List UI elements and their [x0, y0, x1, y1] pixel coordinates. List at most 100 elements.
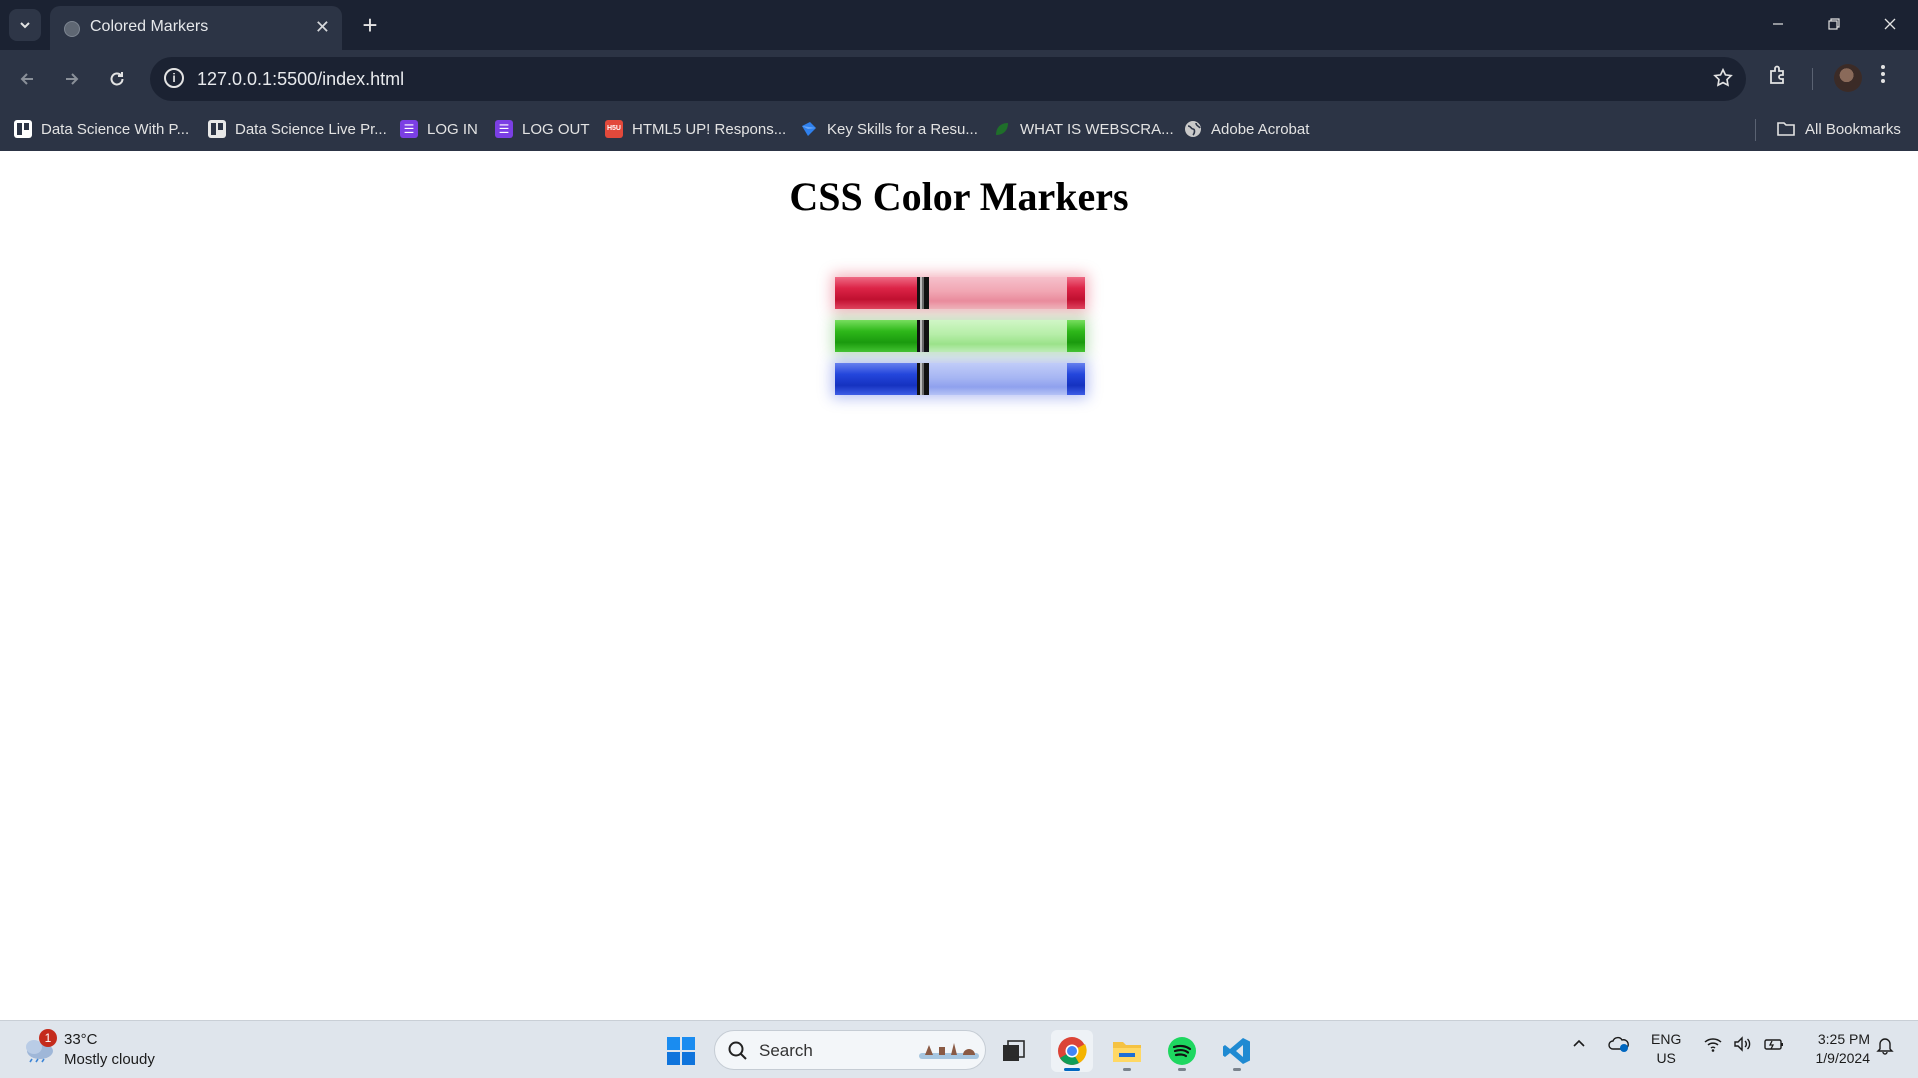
taskbar-search[interactable]: Search: [714, 1030, 986, 1070]
page-heading: CSS Color Markers: [789, 174, 1129, 219]
marker-cap: [835, 277, 917, 309]
bookmark-item[interactable]: Data Science With P...: [14, 117, 189, 141]
folder-icon: [1777, 122, 1795, 136]
new-tab-button[interactable]: +: [354, 10, 386, 42]
arrow-left-icon: [20, 73, 33, 85]
arrow-right-icon: [66, 73, 79, 85]
clock[interactable]: 3:25 PM 1/9/2024: [1804, 1030, 1871, 1068]
bookmark-label: HTML5 UP! Respons...: [632, 120, 787, 138]
bookmark-item[interactable]: Adobe Acrobat: [1184, 117, 1309, 141]
running-indicator: [1123, 1068, 1131, 1071]
extensions-icon[interactable]: [1766, 63, 1790, 92]
windows-start-icon[interactable]: [666, 1036, 696, 1066]
bookmark-label: LOG OUT: [522, 120, 590, 138]
browser-tab[interactable]: Colored Markers ✕: [50, 6, 342, 50]
marker-cap: [835, 320, 917, 352]
bookmark-label: WHAT IS WEBSCRA...: [1020, 120, 1174, 138]
task-view-icon: [1003, 1040, 1025, 1061]
tab-search-button[interactable]: [9, 9, 41, 41]
bookmarks-divider: [1755, 119, 1756, 141]
tab-title: Colored Markers: [90, 18, 209, 35]
wifi-icon[interactable]: [1703, 1035, 1723, 1053]
chevron-down-icon: [20, 22, 30, 29]
onedrive-icon[interactable]: [1608, 1035, 1630, 1053]
active-indicator: [1064, 1068, 1080, 1071]
bookmark-item[interactable]: H5U HTML5 UP! Respons...: [605, 117, 786, 141]
marker-green: [835, 320, 1085, 352]
marker-tip: [1067, 277, 1085, 309]
minimize-icon: [1773, 23, 1783, 25]
taskbar-vscode[interactable]: [1216, 1030, 1258, 1072]
bookmark-item[interactable]: Data Science Live Pr...: [208, 117, 387, 141]
marker-ring: [917, 277, 929, 309]
bookmark-label: LOG IN: [427, 120, 478, 138]
reload-icon: [110, 72, 124, 86]
trello-icon: [208, 120, 226, 138]
more-menu-icon[interactable]: [1880, 63, 1886, 90]
forward-button[interactable]: [55, 62, 89, 96]
bookmark-label: Adobe Acrobat: [1211, 120, 1310, 138]
marker-tip: [1067, 363, 1085, 395]
page-content: CSS Color Markers: [0, 151, 1918, 1020]
bookmark-label: Data Science With P...: [41, 120, 190, 138]
running-indicator: [1178, 1068, 1186, 1071]
marker-cap: [835, 363, 917, 395]
taskbar-file-explorer[interactable]: [1106, 1030, 1148, 1072]
back-button[interactable]: [10, 62, 44, 96]
list-icon: ☰: [495, 120, 513, 138]
restore-icon: [1828, 18, 1840, 30]
bookmark-label: Key Skills for a Resu...: [827, 120, 978, 138]
address-bar[interactable]: i 127.0.0.1:5500/index.html: [150, 57, 1746, 101]
close-icon: [1884, 18, 1896, 30]
close-window-button[interactable]: [1868, 8, 1912, 40]
bookmark-item[interactable]: ☰ LOG OUT: [495, 117, 590, 141]
marker-blue: [835, 363, 1085, 395]
marker-body: [929, 363, 1067, 395]
all-bookmarks-button[interactable]: All Bookmarks: [1776, 117, 1901, 141]
bookmark-item[interactable]: WHAT IS WEBSCRA...: [993, 117, 1174, 141]
restore-button[interactable]: [1812, 8, 1856, 40]
marker-tip: [1067, 320, 1085, 352]
marker-ring: [917, 320, 929, 352]
bookmarks-bar: Data Science With P... Data Science Live…: [0, 107, 1918, 151]
marker-red: [835, 277, 1085, 309]
folder-icon: [1113, 1042, 1141, 1062]
diamond-icon: [802, 122, 816, 136]
weather-temperature: 33°C: [64, 1031, 98, 1048]
language-indicator[interactable]: ENG US: [1651, 1030, 1681, 1068]
html5up-icon: H5U: [605, 120, 623, 138]
taskbar-chrome[interactable]: [1051, 1030, 1093, 1072]
site-info-icon[interactable]: i: [164, 68, 184, 88]
language-code: ENG: [1651, 1031, 1682, 1047]
task-view-button[interactable]: [993, 1030, 1035, 1072]
region-code: US: [1656, 1050, 1676, 1066]
battery-icon[interactable]: [1763, 1035, 1785, 1053]
minimize-button[interactable]: [1756, 8, 1800, 40]
vscode-icon: [1223, 1038, 1250, 1064]
clock-date: 1/9/2024: [1815, 1050, 1871, 1066]
notification-bell-icon[interactable]: [1876, 1035, 1894, 1055]
close-tab-icon[interactable]: ✕: [315, 17, 330, 37]
bookmark-star-icon[interactable]: [1712, 67, 1734, 94]
running-indicator: [1233, 1068, 1241, 1071]
profile-avatar[interactable]: [1834, 64, 1862, 92]
taskbar: 1 33°C Mostly cloudy Search ENG US 3:25 …: [0, 1020, 1918, 1078]
volume-icon[interactable]: [1733, 1035, 1753, 1053]
notification-badge: 1: [39, 1029, 57, 1047]
url-text[interactable]: 127.0.0.1:5500/index.html: [197, 69, 404, 90]
bookmark-item[interactable]: Key Skills for a Resu...: [800, 117, 978, 141]
bookmark-item[interactable]: ☰ LOG IN: [400, 117, 478, 141]
taskbar-spotify[interactable]: [1161, 1030, 1203, 1072]
reload-button[interactable]: [100, 62, 134, 96]
globe-icon: [64, 21, 80, 37]
tray-overflow-icon[interactable]: [1570, 1035, 1588, 1053]
spotify-icon: [1168, 1037, 1196, 1065]
tab-strip: Colored Markers ✕ +: [0, 0, 1918, 50]
list-icon: ☰: [400, 120, 418, 138]
marker-body: [929, 320, 1067, 352]
clock-time: 3:25 PM: [1817, 1031, 1870, 1047]
search-highlight-icon: [919, 1043, 979, 1059]
globe-icon: [1185, 121, 1201, 137]
weather-condition: Mostly cloudy: [64, 1051, 155, 1068]
search-icon: [728, 1041, 747, 1060]
